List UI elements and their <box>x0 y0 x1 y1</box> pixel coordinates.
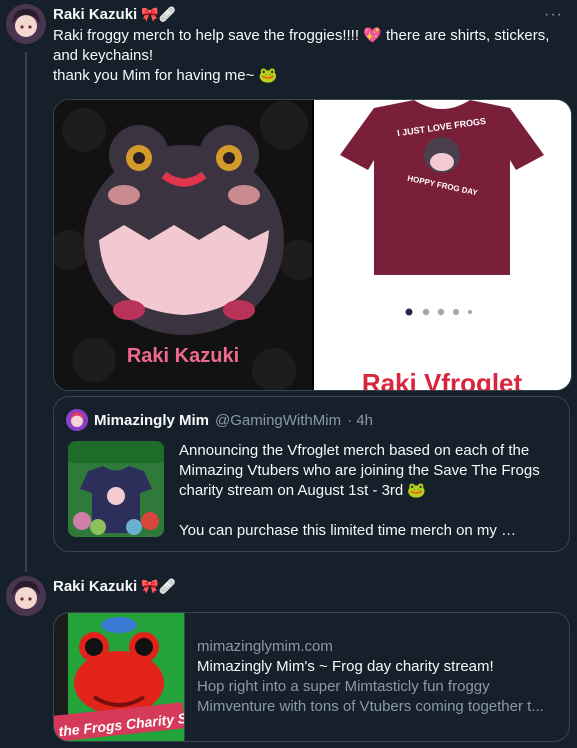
thread-connector-line <box>25 52 27 572</box>
author-name[interactable]: Raki Kazuki <box>53 578 137 595</box>
link-preview-card[interactable]: the Frogs Charity S mimazinglymim.com Mi… <box>53 612 570 742</box>
quoted-author-handle[interactable]: @GamingWithMim <box>215 412 341 429</box>
media-image-raki-froglet[interactable]: Raki Kazuki <box>54 100 319 390</box>
author-emojis: 🎀🩹 <box>141 578 177 594</box>
tweet-line: and keychains! <box>53 47 154 64</box>
media-image-shirt[interactable]: I JUST LOVE FROGS HOPPY FROG DAY Raki Vf… <box>314 100 571 390</box>
link-card-thumbnail[interactable]: the Frogs Charity S <box>54 613 189 741</box>
author-name[interactable]: Raki Kazuki <box>53 6 137 23</box>
quoted-timestamp[interactable]: · 4h <box>347 412 373 429</box>
tweet-line: thank you Mim for having me~ 🐸 <box>53 67 278 84</box>
quoted-author-name[interactable]: Mimazingly Mim <box>94 412 209 429</box>
link-card-domain[interactable]: mimazinglymim.com <box>197 637 562 657</box>
link-card-description: Mimventure with tons of Vtubers coming t… <box>197 698 544 715</box>
link-card-description: Hop right into a super Mimtasticly fun f… <box>197 678 490 695</box>
quoted-media-thumbnail[interactable] <box>68 441 164 537</box>
tweet-line: Raki froggy merch to help save the frogg… <box>53 27 550 44</box>
quoted-line: charity stream on August 1st - 3rd 🐸 <box>179 482 427 499</box>
quoted-line: Mimazing Vtubers who are joining the Sav… <box>179 462 540 479</box>
avatar[interactable] <box>6 4 46 44</box>
quoted-tweet[interactable]: Mimazingly Mim @GamingWithMim · 4h Annou… <box>53 396 570 552</box>
shirt-banner-text: Raki Vfroglet <box>362 368 523 390</box>
author-emojis: 🎀🩹 <box>141 6 177 22</box>
avatar[interactable] <box>6 576 46 616</box>
quoted-line: You can purchase this limited time merch… <box>179 522 517 539</box>
tweet-text: Raki froggy merch to help save the frogg… <box>53 26 563 86</box>
link-card-title[interactable]: Mimazingly Mim's ~ Frog day charity stre… <box>197 657 562 677</box>
quoted-line: Announcing the Vfroglet merch based on e… <box>179 442 530 459</box>
more-options-button[interactable]: ··· <box>544 6 563 24</box>
quoted-tweet-text: Announcing the Vfroglet merch based on e… <box>179 441 559 541</box>
quoted-line <box>179 501 559 521</box>
quoted-avatar[interactable] <box>66 409 88 431</box>
media-caption: Raki Kazuki <box>127 345 239 367</box>
media-grid[interactable]: Raki Kazuki I JUST LOVE FROGS HOPPY FROG… <box>53 99 572 391</box>
